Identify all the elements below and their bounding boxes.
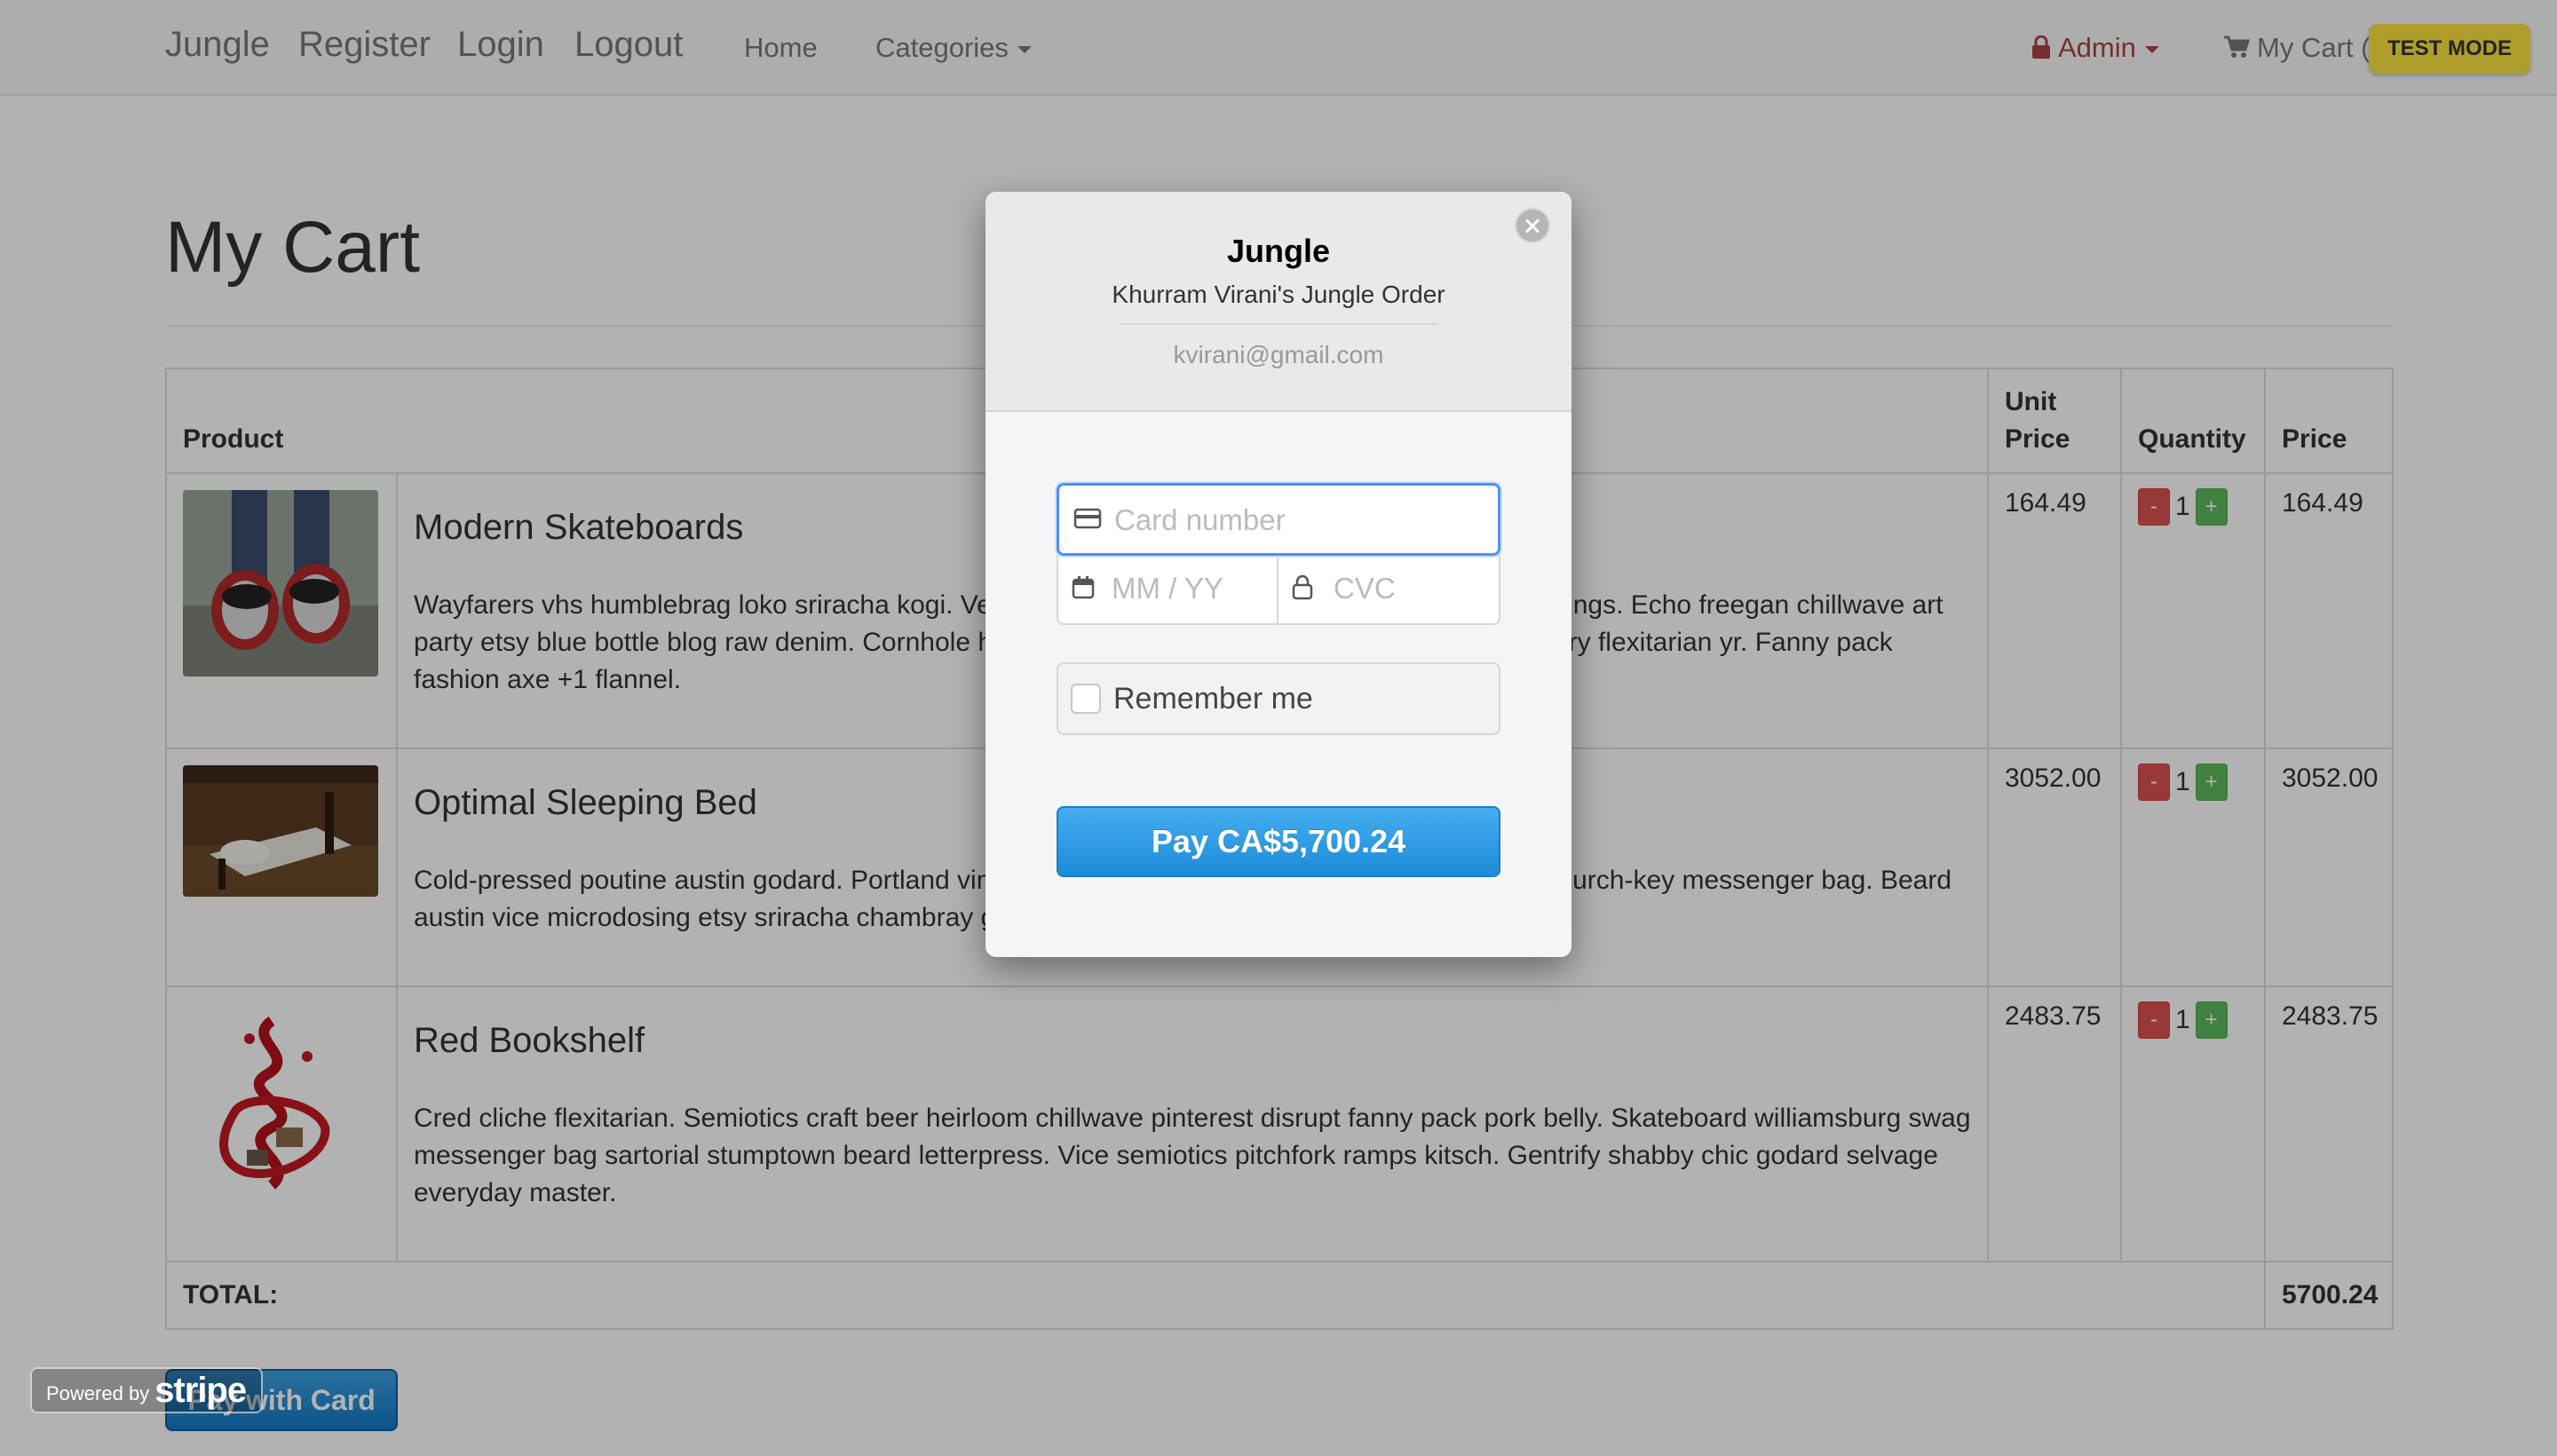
cvc-placeholder: CVC	[1334, 572, 1396, 605]
modal-subtitle: Khurram Virani's Jungle Order	[1112, 281, 1445, 308]
stripe-logo: stripe	[154, 1371, 247, 1410]
remember-me-option[interactable]: Remember me	[1057, 662, 1500, 735]
modal-header: Jungle Khurram Virani's Jungle Order kvi…	[986, 192, 1571, 412]
expiry-placeholder: MM / YY	[1112, 572, 1223, 605]
pay-button[interactable]: Pay CA$5,700.24	[1057, 806, 1500, 877]
modal-email: kvirani@gmail.com	[1173, 341, 1384, 368]
cvc-input[interactable]: CVC	[1278, 554, 1499, 623]
card-number-placeholder: Card number	[1114, 503, 1286, 536]
card-number-input[interactable]: Card number	[1057, 483, 1500, 556]
expiry-input[interactable]: MM / YY	[1058, 554, 1277, 623]
modal-title: Jungle	[1226, 233, 1330, 269]
remember-me-checkbox[interactable]	[1071, 684, 1101, 714]
remember-me-label: Remember me	[1113, 682, 1313, 716]
modal-header-divider	[1119, 323, 1438, 325]
stripe-checkout-modal: Jungle Khurram Virani's Jungle Order kvi…	[986, 192, 1571, 957]
powered-by-stripe-badge[interactable]: Powered by stripe	[30, 1367, 263, 1413]
credit-card-icon	[1073, 508, 1102, 529]
calendar-icon	[1072, 576, 1095, 599]
expiry-cvc-group: MM / YY CVC	[1057, 554, 1500, 625]
powered-by-label: Powered by	[46, 1382, 150, 1405]
lock-icon	[1292, 574, 1313, 600]
